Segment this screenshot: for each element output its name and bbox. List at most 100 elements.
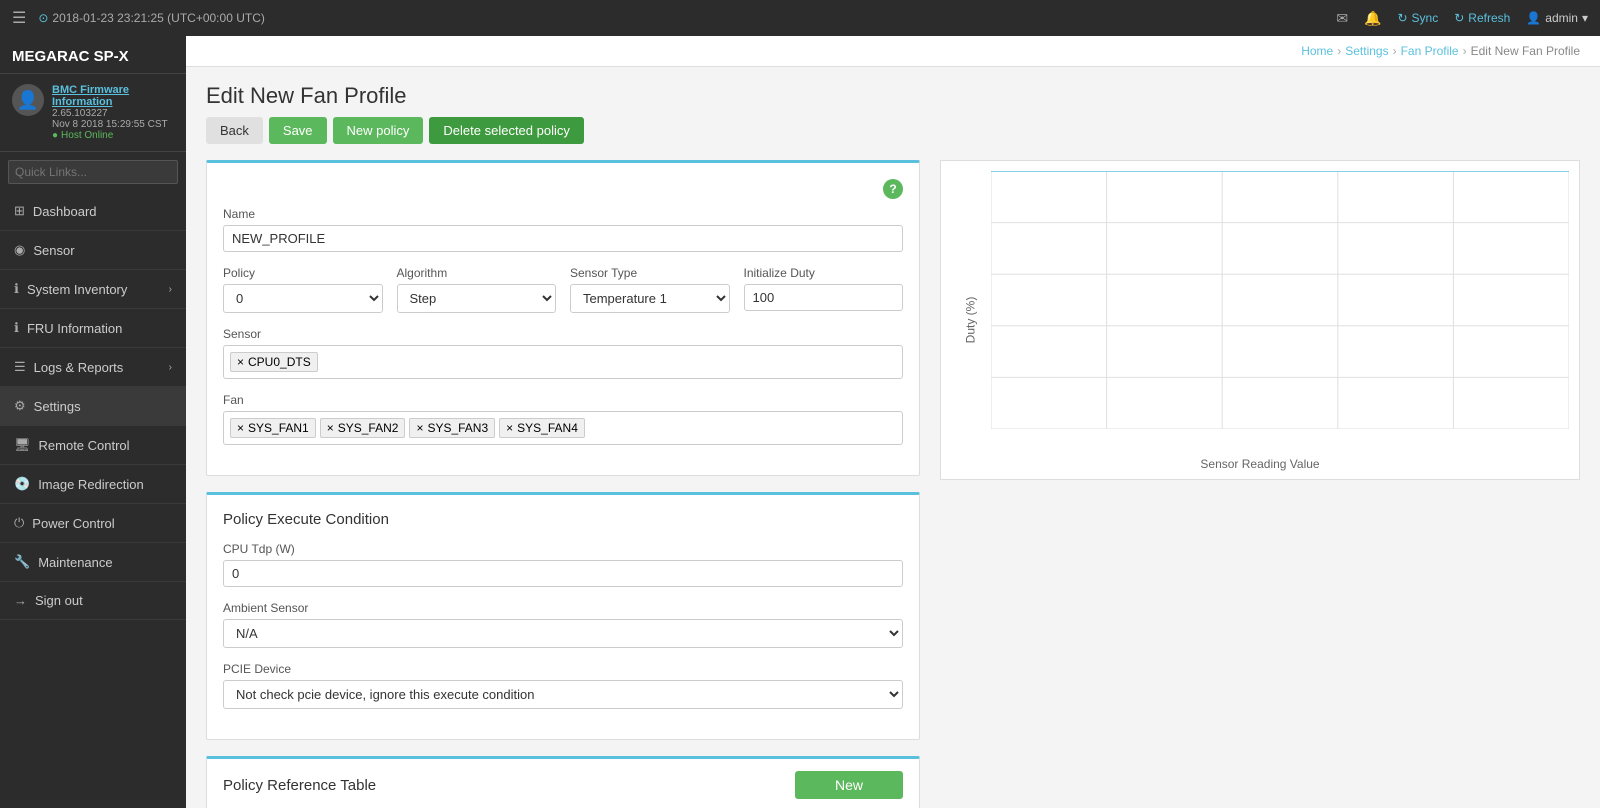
chart-container: 100 80 60 40 20 0 250 200 150 100 50 — [940, 160, 1580, 480]
sidebar-item-label: Settings — [34, 399, 81, 414]
sidebar-item-label: Image Redirection — [38, 477, 144, 492]
sidebar-item-logs-reports[interactable]: ☰ Logs & Reports › — [0, 348, 186, 387]
sidebar-item-system-inventory[interactable]: ℹ System Inventory › — [0, 270, 186, 309]
policy-select[interactable]: 0 — [223, 284, 383, 313]
hamburger-icon[interactable]: ☰ — [12, 8, 26, 28]
quick-links-input[interactable] — [8, 160, 178, 184]
sidebar-item-settings[interactable]: ⚙ Settings — [0, 387, 186, 426]
policy-execute-card: Policy Execute Condition CPU Tdp (W) Amb… — [206, 492, 920, 740]
back-button[interactable]: Back — [206, 117, 263, 144]
sensor-icon: ◉ — [14, 242, 25, 258]
user-details: BMC Firmware Information 2.65.103227 Nov… — [52, 84, 174, 141]
breadcrumb-home[interactable]: Home — [1301, 44, 1333, 58]
new-policy-button[interactable]: New policy — [333, 117, 424, 144]
tag-label: SYS_FAN4 — [517, 421, 578, 435]
sidebar-item-fru-information[interactable]: ℹ FRU Information — [0, 309, 186, 348]
tag-close-icon[interactable]: × — [237, 355, 244, 369]
tag-close-icon[interactable]: × — [237, 421, 244, 435]
policy-ref-table-header: Policy Reference Table New — [207, 759, 919, 808]
sync-button[interactable]: ↻ Sync — [1397, 11, 1438, 25]
mail-icon[interactable]: ✉ — [1336, 10, 1348, 27]
firmware-info-link[interactable]: BMC Firmware Information — [52, 84, 174, 108]
sidebar-item-label: Logs & Reports — [34, 360, 124, 375]
sidebar-item-power-control[interactable]: ⏻ Power Control — [0, 504, 186, 543]
fan-tag-sysfan3[interactable]: × SYS_FAN3 — [409, 418, 495, 438]
sidebar-nav: ⊞ Dashboard ◉ Sensor ℹ System Inventory … — [0, 192, 186, 808]
pcie-device-select[interactable]: Not check pcie device, ignore this execu… — [223, 680, 903, 709]
refresh-icon: ↻ — [1454, 11, 1464, 25]
sidebar-item-dashboard[interactable]: ⊞ Dashboard — [0, 192, 186, 231]
fan-tag-sysfan4[interactable]: × SYS_FAN4 — [499, 418, 585, 438]
tag-close-icon[interactable]: × — [506, 421, 513, 435]
sidebar-item-remote-control[interactable]: 🖥 Remote Control — [0, 426, 186, 465]
chevron-right-icon: › — [169, 284, 172, 295]
chart-y-label: Duty (%) — [963, 297, 977, 344]
breadcrumb-fan-profile[interactable]: Fan Profile — [1401, 44, 1459, 58]
help-row: ? — [223, 179, 903, 199]
sidebar-item-sign-out[interactable]: → Sign out — [0, 582, 186, 620]
name-input[interactable] — [223, 225, 903, 252]
algorithm-select[interactable]: Step — [397, 284, 557, 313]
user-menu[interactable]: 👤 admin ▾ — [1526, 11, 1588, 25]
sidebar-user-info: 👤 BMC Firmware Information 2.65.103227 N… — [0, 74, 186, 152]
clock-icon: ⊙ — [38, 11, 48, 25]
host-status: ● Host Online — [52, 130, 174, 141]
tag-close-icon[interactable]: × — [327, 421, 334, 435]
left-panel: ? Name Policy 0 — [206, 160, 920, 808]
breadcrumb-current: Edit New Fan Profile — [1471, 44, 1580, 58]
sidebar-item-label: Sensor — [33, 243, 74, 258]
topbar: ☰ ⊙ 2018-01-23 23:21:25 (UTC+00:00 UTC) … — [0, 0, 1600, 36]
right-panel: 100 80 60 40 20 0 250 200 150 100 50 — [940, 160, 1580, 808]
delete-selected-policy-button[interactable]: Delete selected policy — [429, 117, 583, 144]
ambient-sensor-select[interactable]: N/A — [223, 619, 903, 648]
main-layout: MEGARAC SP-X 👤 BMC Firmware Information … — [0, 36, 1600, 808]
cpu-tdp-group: CPU Tdp (W) — [223, 542, 903, 587]
sidebar-item-sensor[interactable]: ◉ Sensor — [0, 231, 186, 270]
refresh-button[interactable]: ↻ Refresh — [1454, 11, 1510, 25]
policy-ref-table-title: Policy Reference Table — [223, 777, 376, 794]
new-policy-row-button[interactable]: New — [795, 771, 903, 799]
sidebar-item-label: System Inventory — [27, 282, 127, 297]
sensor-type-label: Sensor Type — [570, 266, 730, 280]
fan-label: Fan — [223, 393, 903, 407]
logs-icon: ☰ — [14, 359, 26, 375]
avatar: 👤 — [12, 84, 44, 116]
sidebar-item-label: Maintenance — [38, 555, 112, 570]
ambient-sensor-group: Ambient Sensor N/A — [223, 601, 903, 648]
save-button[interactable]: Save — [269, 117, 327, 144]
sign-out-icon: → — [14, 593, 27, 608]
fan-tag-sysfan2[interactable]: × SYS_FAN2 — [320, 418, 406, 438]
power-control-icon: ⏻ — [14, 515, 24, 531]
sidebar-item-image-redirection[interactable]: 💿 Image Redirection — [0, 465, 186, 504]
fan-tag-sysfan1[interactable]: × SYS_FAN1 — [230, 418, 316, 438]
policy-col: Policy 0 — [223, 266, 383, 313]
tag-close-icon[interactable]: × — [416, 421, 423, 435]
page-header: Edit New Fan Profile — [186, 67, 1600, 117]
sidebar-item-label: Dashboard — [33, 204, 97, 219]
remote-control-icon: 🖥 — [14, 437, 31, 453]
algorithm-col: Algorithm Step — [397, 266, 557, 313]
sensor-tag-cpu0dts[interactable]: × CPU0_DTS — [230, 352, 318, 372]
help-icon[interactable]: ? — [883, 179, 903, 199]
ambient-sensor-label: Ambient Sensor — [223, 601, 903, 615]
sidebar: MEGARAC SP-X 👤 BMC Firmware Information … — [0, 36, 186, 808]
brand-title: MEGARAC SP-X — [12, 48, 129, 65]
sensor-label: Sensor — [223, 327, 903, 341]
sensor-type-select[interactable]: Temperature 1 — [570, 284, 730, 313]
user-dropdown-icon: ▾ — [1582, 11, 1588, 25]
initialize-duty-input[interactable] — [744, 284, 904, 311]
sensor-tag-input[interactable]: × CPU0_DTS — [223, 345, 903, 379]
dashboard-icon: ⊞ — [14, 203, 25, 219]
bell-icon[interactable]: 🔔 — [1364, 10, 1381, 27]
page-title: Edit New Fan Profile — [206, 83, 1580, 109]
policy-execute-title: Policy Execute Condition — [223, 511, 903, 528]
tag-label: SYS_FAN1 — [248, 421, 309, 435]
breadcrumb-settings[interactable]: Settings — [1345, 44, 1388, 58]
breadcrumb-sep-3: › — [1463, 44, 1467, 58]
fan-tag-input[interactable]: × SYS_FAN1 × SYS_FAN2 × SYS_FAN3 — [223, 411, 903, 445]
sidebar-item-maintenance[interactable]: 🔧 Maintenance — [0, 543, 186, 582]
cpu-tdp-input[interactable] — [223, 560, 903, 587]
image-redirection-icon: 💿 — [14, 476, 30, 492]
fan-group: Fan × SYS_FAN1 × SYS_FAN2 — [223, 393, 903, 445]
content-area: ? Name Policy 0 — [186, 160, 1600, 808]
